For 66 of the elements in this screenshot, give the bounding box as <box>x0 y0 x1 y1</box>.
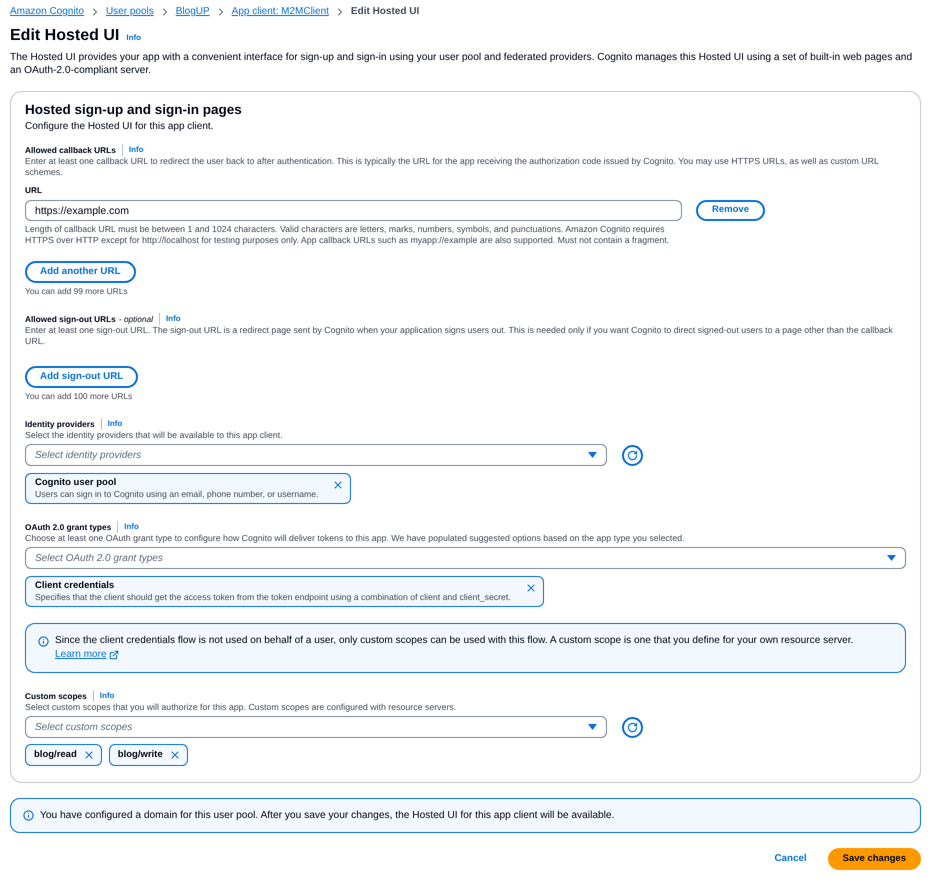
refresh-icon <box>627 722 638 732</box>
add-url-button[interactable]: Add another URL <box>25 261 136 283</box>
info-link[interactable]: Info <box>108 419 122 429</box>
info-icon <box>38 636 49 647</box>
remove-button[interactable] <box>524 582 537 594</box>
field-label: Allowed sign-out URLs <box>25 313 116 325</box>
optional-label: - optional <box>118 313 153 325</box>
save-changes-button[interactable]: Save changes <box>828 848 921 870</box>
close-icon <box>168 749 181 761</box>
field-label: Identity providers <box>25 418 95 430</box>
breadcrumb-link[interactable]: App client: M2MClient <box>232 6 329 18</box>
alert-text: Since the client credentials flow is not used on behalf of a user, only custom scopes can be used with this flow. A custom scope is one that you define for your own resource server. Learn more <box>55 634 854 662</box>
info-link[interactable]: Info <box>128 145 144 155</box>
field-label: Allowed callback URLs <box>25 144 116 156</box>
token-description: Users can sign in to Cognito using an email, phone number, or username. <box>35 489 318 500</box>
constraint-text: Length of callback URL must be between 1 and 1024 characters. Valid characters are letters, marks, numbers, symbols, and punctuations. Amazon Cognito requires HTTPS over HTTP except for http://localhost for testing purposes only. App callback URLs such as myapp://example are also supported. Must not contain a fragment. <box>25 224 670 246</box>
info-link[interactable]: Info <box>166 314 181 324</box>
field-description: Select custom scopes that you will authorize for this app. Custom scopes are configured with resource servers. <box>25 702 458 713</box>
field-description: Enter at least one callback URL to redirect the user back to after authentication. This is typically the URL for the app receiving the authorization code issued by Cognito. You may use HTTPS URLs, as well as custom URL schemes. <box>25 156 880 178</box>
breadcrumb-link[interactable]: Amazon Cognito <box>10 6 84 18</box>
field-description: Select the identity providers that will be available to this app client. <box>25 430 284 441</box>
remove-button[interactable] <box>168 749 181 761</box>
info-icon <box>23 810 34 821</box>
remaining-count-text: You can add 100 more URLs <box>25 391 132 401</box>
add-url-button[interactable]: Add sign-out URL <box>25 366 138 388</box>
close-icon <box>332 479 344 491</box>
field-description: Enter at least one sign-out URL. The sign-out URL is a redirect page sent by Cognito when your application signs users out. This is needed only if you want Cognito to direct signed-out users to a page other than the callback URL. <box>25 325 894 347</box>
info-link[interactable]: Info <box>126 33 142 43</box>
select-dropdown[interactable]: Select identity providers <box>25 444 607 466</box>
remaining-count-text: You can add 99 more URLs <box>25 286 128 296</box>
remove-button[interactable] <box>82 749 95 761</box>
close-icon <box>82 749 95 761</box>
breadcrumb-link[interactable]: User pools <box>106 6 154 18</box>
token-title: Cognito user pool <box>35 477 118 489</box>
alert-text: You have configured a domain for this user pool. After you save your changes, the Hosted UI for this app client will be available. <box>40 808 614 822</box>
info-link[interactable]: Info <box>100 691 114 701</box>
refresh-button[interactable] <box>622 716 643 738</box>
info-link[interactable]: Info <box>124 522 139 532</box>
select-dropdown[interactable]: Select custom scopes <box>25 716 607 738</box>
refresh-button[interactable] <box>622 444 643 466</box>
field-label: URL <box>25 184 42 196</box>
field-label: OAuth 2.0 grant types <box>25 521 112 533</box>
token-label: blog/read <box>34 749 77 761</box>
token-description: Specifies that the client should get the access token from the token endpoint using a combination of client and client_secret. <box>35 592 511 603</box>
close-icon <box>524 582 537 594</box>
select-dropdown[interactable]: Select OAuth 2.0 grant types <box>25 547 906 569</box>
caret-down-icon <box>887 555 896 561</box>
field-label: Custom scopes <box>25 690 87 702</box>
cancel-button[interactable]: Cancel <box>774 848 807 870</box>
caret-down-icon <box>588 724 597 730</box>
refresh-icon <box>627 450 638 460</box>
breadcrumb-link[interactable]: BlogUP <box>176 6 210 18</box>
field-description: Choose at least one OAuth grant type to configure how Cognito will deliver tokens to this app. We have populated suggested options based on the app type you selected. <box>25 533 686 544</box>
panel-description: Configure the Hosted UI for this app client. <box>25 121 214 133</box>
page-description: The Hosted UI provides your app with a convenient interface for sign-up and sign-in using your user pool and federated providers. Cognito manages this Hosted UI using a set of built-in web pages and an OAuth-2.0-compliant server. <box>10 51 914 77</box>
token-title: Client credentials <box>35 580 116 592</box>
token-label: blog/write <box>118 749 163 761</box>
external-link-icon <box>108 650 119 660</box>
url-input[interactable]: https://example.com <box>25 200 682 221</box>
remove-button[interactable]: Remove <box>696 200 765 221</box>
panel-title: Hosted sign-up and sign-in pages <box>25 101 242 119</box>
caret-down-icon <box>588 452 597 458</box>
page-title: Edit Hosted UI <box>10 26 120 46</box>
learn-more-link[interactable]: Learn more <box>55 648 119 662</box>
breadcrumb-current: Edit Hosted UI <box>350 6 420 18</box>
remove-button[interactable] <box>332 479 344 491</box>
